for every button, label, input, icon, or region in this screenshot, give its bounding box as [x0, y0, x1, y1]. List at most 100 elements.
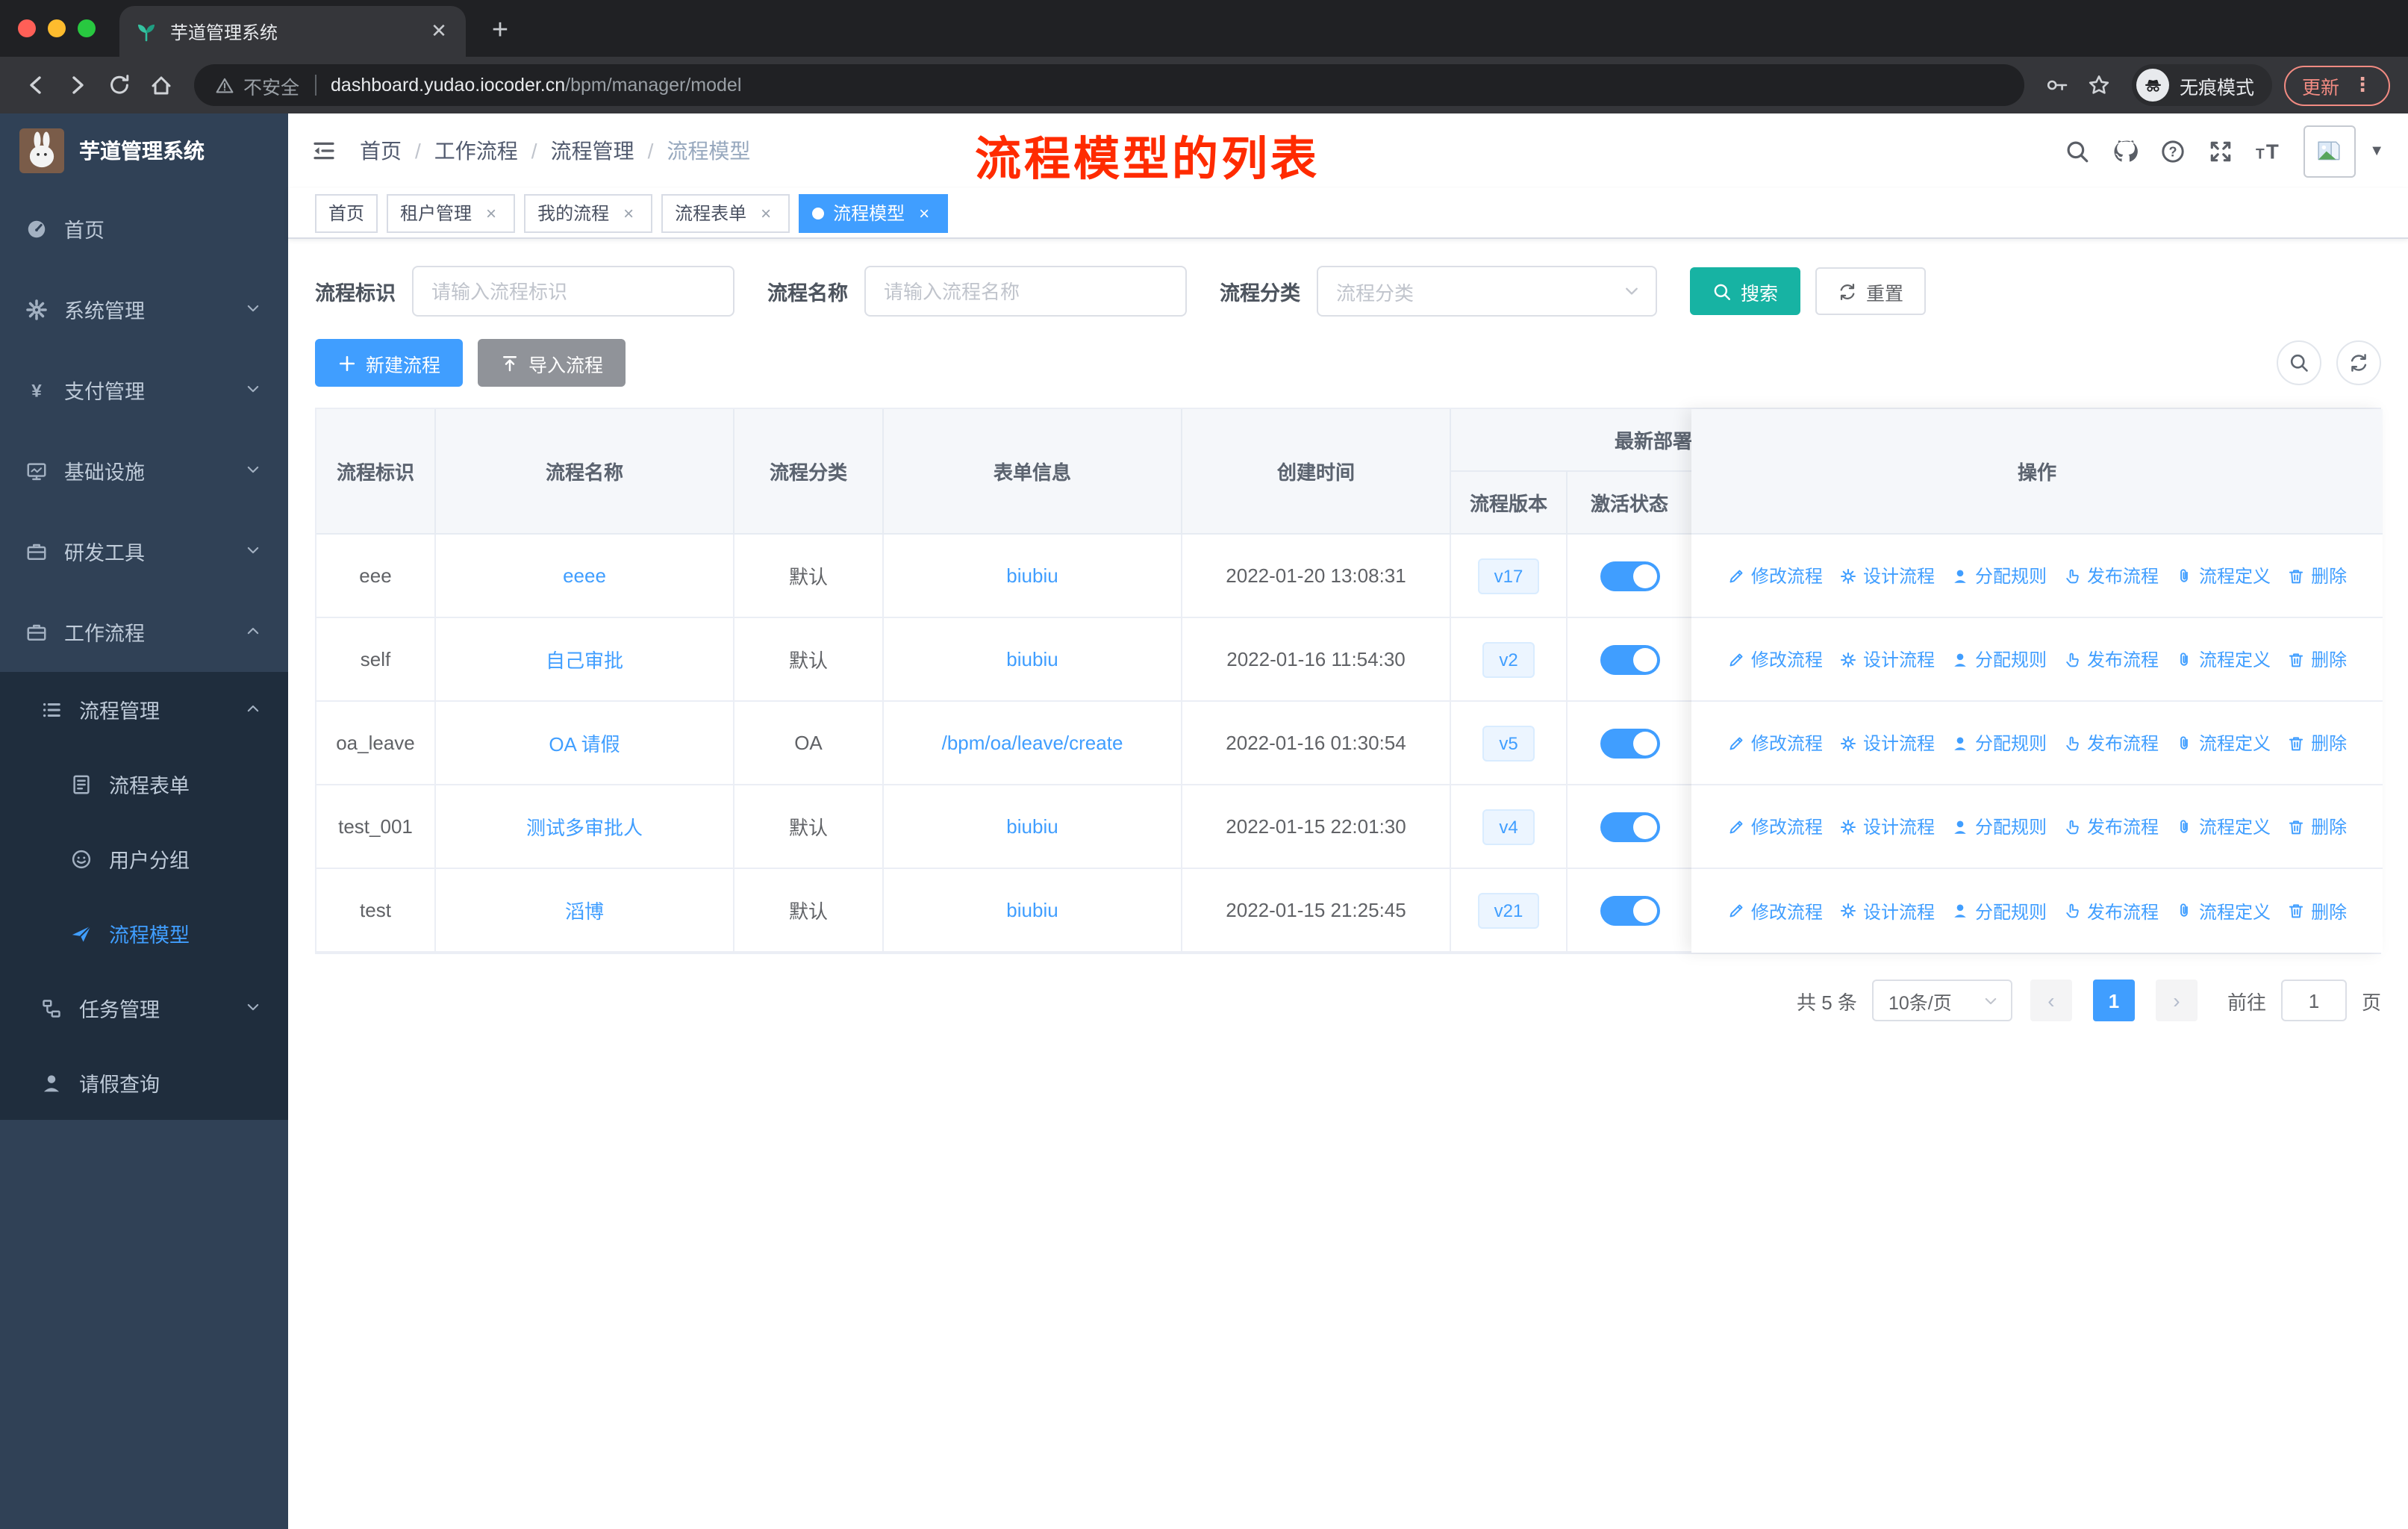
action-publish-link[interactable]: 发布流程 — [2063, 563, 2159, 588]
action-definition-link[interactable]: 流程定义 — [2175, 814, 2271, 839]
forward-button[interactable] — [57, 64, 99, 106]
action-assign-link[interactable]: 分配规则 — [1951, 730, 2047, 756]
sidebar-item-home[interactable]: 首页 — [0, 188, 288, 269]
tag-流程表单[interactable]: 流程表单 × — [661, 193, 790, 232]
action-publish-link[interactable]: 发布流程 — [2063, 898, 2159, 924]
breadcrumb-item[interactable]: 首页 — [360, 136, 402, 166]
fullscreen-icon[interactable] — [2208, 138, 2233, 164]
action-edit-link[interactable]: 修改流程 — [1727, 563, 1823, 588]
action-design-link[interactable]: 设计流程 — [1839, 563, 1935, 588]
active-status-toggle[interactable] — [1600, 812, 1659, 841]
process-name-link[interactable]: OA 请假 — [549, 729, 620, 757]
form-info-link[interactable]: biubiu — [1006, 564, 1058, 587]
browser-menu-dots-icon[interactable]: ⋮ — [2353, 73, 2372, 97]
active-status-toggle[interactable] — [1600, 895, 1659, 925]
user-avatar[interactable] — [2303, 125, 2356, 177]
sidebar-item-system[interactable]: 系统管理 — [0, 269, 288, 349]
action-design-link[interactable]: 设计流程 — [1839, 814, 1935, 839]
sidebar-item-devtools[interactable]: 研发工具 — [0, 511, 288, 591]
filter-name-input[interactable] — [864, 266, 1187, 317]
tag-流程模型[interactable]: 流程模型 × — [799, 193, 949, 232]
action-delete-link[interactable]: 删除 — [2287, 898, 2347, 924]
page-size-select[interactable]: 10条/页 — [1871, 980, 2012, 1021]
search-icon[interactable] — [2065, 138, 2090, 164]
action-edit-link[interactable]: 修改流程 — [1727, 814, 1823, 839]
window-close-button[interactable] — [18, 19, 36, 37]
tab-close-icon[interactable]: ✕ — [427, 19, 451, 43]
home-button[interactable] — [140, 64, 182, 106]
action-definition-link[interactable]: 流程定义 — [2175, 730, 2271, 756]
process-name-link[interactable]: 自己审批 — [546, 645, 623, 673]
active-status-toggle[interactable] — [1600, 728, 1659, 758]
show-search-toggle-button[interactable] — [2277, 340, 2321, 385]
key-icon[interactable] — [2036, 64, 2078, 106]
search-button[interactable]: 搜索 — [1690, 267, 1801, 315]
action-design-link[interactable]: 设计流程 — [1839, 647, 1935, 672]
filter-category-select[interactable]: 流程分类 — [1317, 266, 1657, 317]
process-name-link[interactable]: 测试多审批人 — [526, 812, 643, 841]
tag-close-icon[interactable]: × — [755, 202, 776, 223]
sidebar-logo[interactable]: 芋道管理系统 — [0, 113, 288, 188]
new-tab-button[interactable]: + — [478, 9, 523, 54]
action-assign-link[interactable]: 分配规则 — [1951, 814, 2047, 839]
action-publish-link[interactable]: 发布流程 — [2063, 647, 2159, 672]
current-page-button[interactable]: 1 — [2092, 980, 2135, 1021]
reload-button[interactable] — [99, 64, 140, 106]
action-edit-link[interactable]: 修改流程 — [1727, 647, 1823, 672]
window-zoom-button[interactable] — [78, 19, 96, 37]
action-definition-link[interactable]: 流程定义 — [2175, 898, 2271, 924]
goto-page-input[interactable] — [2280, 980, 2347, 1021]
tag-close-icon[interactable]: × — [618, 202, 639, 223]
prev-page-button[interactable]: ‹ — [2030, 980, 2072, 1021]
breadcrumb-item[interactable]: 工作流程 — [434, 136, 518, 166]
sidebar-item-infra[interactable]: 基础设施 — [0, 430, 288, 511]
breadcrumb-item[interactable]: 流程管理 — [551, 136, 634, 166]
process-name-link[interactable]: eeee — [563, 564, 606, 587]
sidebar-item-leave-query[interactable]: 请假查询 — [0, 1045, 288, 1120]
github-icon[interactable] — [2112, 138, 2139, 164]
form-info-link[interactable]: /bpm/oa/leave/create — [942, 732, 1123, 754]
tag-close-icon[interactable]: × — [914, 202, 935, 223]
action-publish-link[interactable]: 发布流程 — [2063, 814, 2159, 839]
tag-租户管理[interactable]: 租户管理 × — [387, 193, 516, 232]
sidebar-item-task-manage[interactable]: 任务管理 — [0, 971, 288, 1045]
action-delete-link[interactable]: 删除 — [2287, 563, 2347, 588]
active-status-toggle[interactable] — [1600, 644, 1659, 674]
browser-update-button[interactable]: 更新 ⋮ — [2283, 65, 2390, 105]
address-bar[interactable]: 不安全 dashboard.yudao.iocoder.cn/bpm/manag… — [194, 64, 2024, 106]
font-size-icon[interactable]: TT — [2256, 138, 2281, 164]
sidebar-item-process-manage[interactable]: 流程管理 — [0, 672, 288, 747]
sidebar-item-payment[interactable]: ¥ 支付管理 — [0, 349, 288, 430]
bookmark-star-icon[interactable] — [2078, 64, 2120, 106]
action-assign-link[interactable]: 分配规则 — [1951, 563, 2047, 588]
sidebar-collapse-icon[interactable] — [312, 139, 336, 163]
sidebar-item-user-group[interactable]: 用户分组 — [0, 821, 288, 896]
action-publish-link[interactable]: 发布流程 — [2063, 730, 2159, 756]
avatar-caret-icon[interactable]: ▼ — [2369, 143, 2384, 159]
action-edit-link[interactable]: 修改流程 — [1727, 730, 1823, 756]
action-delete-link[interactable]: 删除 — [2287, 647, 2347, 672]
action-definition-link[interactable]: 流程定义 — [2175, 563, 2271, 588]
sidebar-item-process-model[interactable]: 流程模型 — [0, 896, 288, 971]
import-process-button[interactable]: 导入流程 — [478, 339, 626, 387]
process-name-link[interactable]: 滔博 — [565, 896, 604, 924]
refresh-table-button[interactable] — [2336, 340, 2381, 385]
tag-首页[interactable]: 首页 — [315, 193, 378, 232]
action-edit-link[interactable]: 修改流程 — [1727, 898, 1823, 924]
back-button[interactable] — [15, 64, 57, 106]
action-assign-link[interactable]: 分配规则 — [1951, 647, 2047, 672]
filter-id-input[interactable] — [412, 266, 734, 317]
create-process-button[interactable]: 新建流程 — [315, 339, 464, 387]
form-info-link[interactable]: biubiu — [1006, 648, 1058, 670]
action-design-link[interactable]: 设计流程 — [1839, 898, 1935, 924]
sidebar-item-process-form[interactable]: 流程表单 — [0, 747, 288, 821]
action-assign-link[interactable]: 分配规则 — [1951, 898, 2047, 924]
action-design-link[interactable]: 设计流程 — [1839, 730, 1935, 756]
action-definition-link[interactable]: 流程定义 — [2175, 647, 2271, 672]
action-delete-link[interactable]: 删除 — [2287, 730, 2347, 756]
reset-button[interactable]: 重置 — [1815, 267, 1927, 315]
help-icon[interactable]: ? — [2160, 138, 2186, 164]
browser-tab[interactable]: 芋道管理系统 ✕ — [119, 6, 466, 57]
action-delete-link[interactable]: 删除 — [2287, 814, 2347, 839]
form-info-link[interactable]: biubiu — [1006, 899, 1058, 921]
